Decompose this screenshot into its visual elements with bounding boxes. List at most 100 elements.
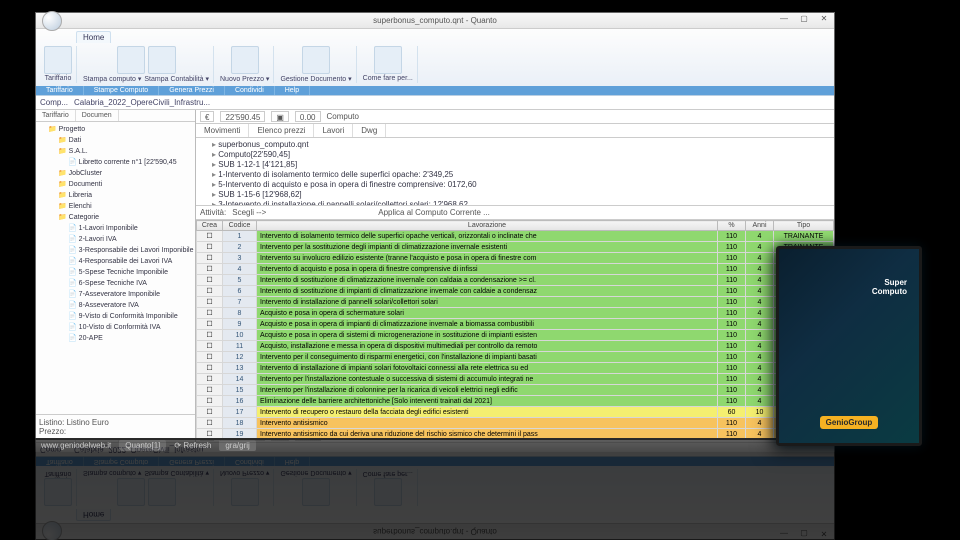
row-check[interactable]: ☐ — [197, 264, 223, 275]
close-button[interactable]: ✕ — [816, 14, 832, 26]
outline-item[interactable]: Computo[22'590,45] — [212, 150, 830, 160]
table-row[interactable]: ☐7Intervento di installazione di pannell… — [197, 297, 834, 308]
table-row[interactable]: ☐13Intervento di installazione di impian… — [197, 363, 834, 374]
tree-jobcluster[interactable]: JobCluster — [58, 168, 193, 179]
outline-item[interactable]: 1-Intervento di isolamento termico delle… — [212, 170, 830, 180]
tree-category-item[interactable]: 5-Spese Tecniche Imponibile — [68, 267, 193, 278]
outline-item[interactable]: superbonus_computo.qnt — [212, 140, 830, 150]
row-check[interactable]: ☐ — [197, 330, 223, 341]
btn-gestione-doc[interactable]: Gestione Documento ▾ — [280, 75, 351, 83]
btn-tariffario[interactable]: Tariffario — [45, 75, 72, 82]
left-tab-tariffario[interactable]: Tariffario — [36, 110, 76, 121]
tree-category-item[interactable]: 10-Visto di Conformità IVA — [68, 322, 193, 333]
row-check[interactable]: ☐ — [197, 341, 223, 352]
row-check[interactable]: ☐ — [197, 407, 223, 418]
btn-stampa-computo[interactable]: Stampa computo ▾ — [83, 75, 141, 83]
col-lavorazione[interactable]: Lavorazione — [257, 221, 718, 231]
gestione-doc-icon[interactable] — [302, 478, 330, 506]
row-check[interactable]: ☐ — [197, 231, 223, 242]
tariffario-icon[interactable] — [44, 478, 72, 506]
task-d[interactable]: gra/grij — [219, 440, 255, 451]
tariffario-icon[interactable] — [44, 46, 72, 74]
app-orb-icon[interactable] — [42, 11, 62, 31]
table-row[interactable]: ☐2Intervento per la sostituzione degli i… — [197, 242, 834, 253]
task-a[interactable]: www.geniodelweb.it — [41, 441, 111, 450]
tree-category-item[interactable]: 8-Asseveratore IVA — [68, 300, 193, 311]
btn-stampa-contab[interactable]: Stampa Contabilità ▾ — [144, 469, 209, 477]
close-button[interactable]: ✕ — [816, 526, 832, 538]
subtab-movimenti[interactable]: Movimenti — [196, 124, 249, 137]
row-check[interactable]: ☐ — [197, 385, 223, 396]
tree-category-item[interactable]: 6-Spese Tecniche IVA — [68, 278, 193, 289]
table-row[interactable]: ☐6Intervento di sostituzione di impianti… — [197, 286, 834, 297]
ribbon-tab-home[interactable]: Home — [76, 509, 111, 521]
ribbon-tab-home[interactable]: Home — [76, 31, 111, 43]
table-row[interactable]: ☐5Intervento di sostituzione di climatiz… — [197, 275, 834, 286]
table-row[interactable]: ☐11Acquisto, installazione e messa in op… — [197, 341, 834, 352]
col-anni[interactable]: Anni — [746, 221, 774, 231]
subtab-lavori[interactable]: Lavori — [314, 124, 353, 137]
btn-come-fare[interactable]: Come fare per... — [363, 470, 413, 477]
tree-dati[interactable]: Dati — [58, 135, 193, 146]
btn-tariffario[interactable]: Tariffario — [45, 470, 72, 477]
table-row[interactable]: ☐12Intervento per il conseguimento di ri… — [197, 352, 834, 363]
row-check[interactable]: ☐ — [197, 242, 223, 253]
minimize-button[interactable]: — — [776, 526, 792, 538]
subtab-elenco-prezzi[interactable]: Elenco prezzi — [249, 124, 314, 137]
btn-gestione-doc[interactable]: Gestione Documento ▾ — [280, 469, 351, 477]
btn-stampa-computo[interactable]: Stampa computo ▾ — [83, 469, 141, 477]
maximize-button[interactable]: ▢ — [796, 526, 812, 538]
table-row[interactable]: ☐10Acquisto e posa in opera di sistemi d… — [197, 330, 834, 341]
table-row[interactable]: ☐9Acquisto e posa in opera di impianti d… — [197, 319, 834, 330]
gestione-doc-icon[interactable] — [302, 46, 330, 74]
help-icon[interactable] — [374, 478, 402, 506]
print-contab-icon[interactable] — [148, 478, 176, 506]
tree-category-item[interactable]: 20-APE — [68, 333, 193, 344]
table-row[interactable]: ☐4Intervento di acquisto e posa in opera… — [197, 264, 834, 275]
row-check[interactable]: ☐ — [197, 319, 223, 330]
btn-come-fare[interactable]: Come fare per... — [363, 75, 413, 82]
row-check[interactable]: ☐ — [197, 352, 223, 363]
row-check[interactable]: ☐ — [197, 297, 223, 308]
nuovo-prezzo-icon[interactable] — [231, 46, 259, 74]
subtab-dwg[interactable]: Dwg — [353, 124, 386, 137]
computo-outline[interactable]: superbonus_computo.qntComputo[22'590,45]… — [196, 138, 834, 206]
col-pct[interactable]: % — [718, 221, 746, 231]
tree-category-item[interactable]: 9-Visto di Conformità Imponibile — [68, 311, 193, 322]
table-row[interactable]: ☐16Eliminazione delle barriere architett… — [197, 396, 834, 407]
tree-sal-item[interactable]: Libretto corrente n°1 [22'590,45 — [68, 157, 193, 168]
tree-category-item[interactable]: 2-Lavori IVA — [68, 234, 193, 245]
btn-stampa-contab[interactable]: Stampa Contabilità ▾ — [144, 75, 209, 83]
mode-box[interactable]: ▣ — [271, 111, 289, 122]
toolbar-extra[interactable]: Computo — [327, 112, 359, 121]
outline-item[interactable]: SUB 1-12-1 [4'121,85] — [212, 160, 830, 170]
tree-category-item[interactable]: 7-Asseveratore Imponibile — [68, 289, 193, 300]
tree-progetto[interactable]: Progetto — [48, 124, 193, 135]
tree-category-item[interactable]: 4-Responsabile dei Lavori IVA — [68, 256, 193, 267]
tree-categorie[interactable]: Categorie — [58, 212, 193, 223]
tree-elenchi[interactable]: Elenchi — [58, 201, 193, 212]
app-orb-icon[interactable] — [42, 522, 62, 540]
minimize-button[interactable]: — — [776, 14, 792, 26]
currency-box[interactable]: € — [200, 111, 214, 122]
print-contab-icon[interactable] — [148, 46, 176, 74]
table-row[interactable]: ☐15Intervento per l'installazione di col… — [197, 385, 834, 396]
row-check[interactable]: ☐ — [197, 363, 223, 374]
project-tree[interactable]: Progetto Dati S.A.L. Libretto corrente n… — [36, 122, 195, 414]
table-row[interactable]: ☐18Intervento antisismico1104TRAINANTE — [197, 418, 834, 429]
tree-category-item[interactable]: 1-Lavori Imponibile — [68, 223, 193, 234]
lavorazioni-grid[interactable]: Crea Codice Lavorazione % Anni Tipo ☐1In… — [196, 220, 834, 439]
tree-category-item[interactable]: 3-Responsabile dei Lavori Imponibile — [68, 245, 193, 256]
btn-nuovo-prezzo[interactable]: Nuovo Prezzo ▾ — [220, 469, 269, 477]
task-refresh[interactable]: ⟳ Refresh — [174, 441, 211, 450]
print-computo-icon[interactable] — [117, 478, 145, 506]
path-a[interactable]: Comp... — [40, 98, 68, 107]
filter-select[interactable]: Scegli --> — [232, 208, 372, 217]
row-check[interactable]: ☐ — [197, 275, 223, 286]
row-check[interactable]: ☐ — [197, 418, 223, 429]
task-b[interactable]: Quanto[1] — [119, 440, 166, 451]
row-check[interactable]: ☐ — [197, 308, 223, 319]
tree-libreria[interactable]: Libreria — [58, 190, 193, 201]
table-row[interactable]: ☐8Acquisto e posa in opera di schermatur… — [197, 308, 834, 319]
tree-documenti[interactable]: Documenti — [58, 179, 193, 190]
